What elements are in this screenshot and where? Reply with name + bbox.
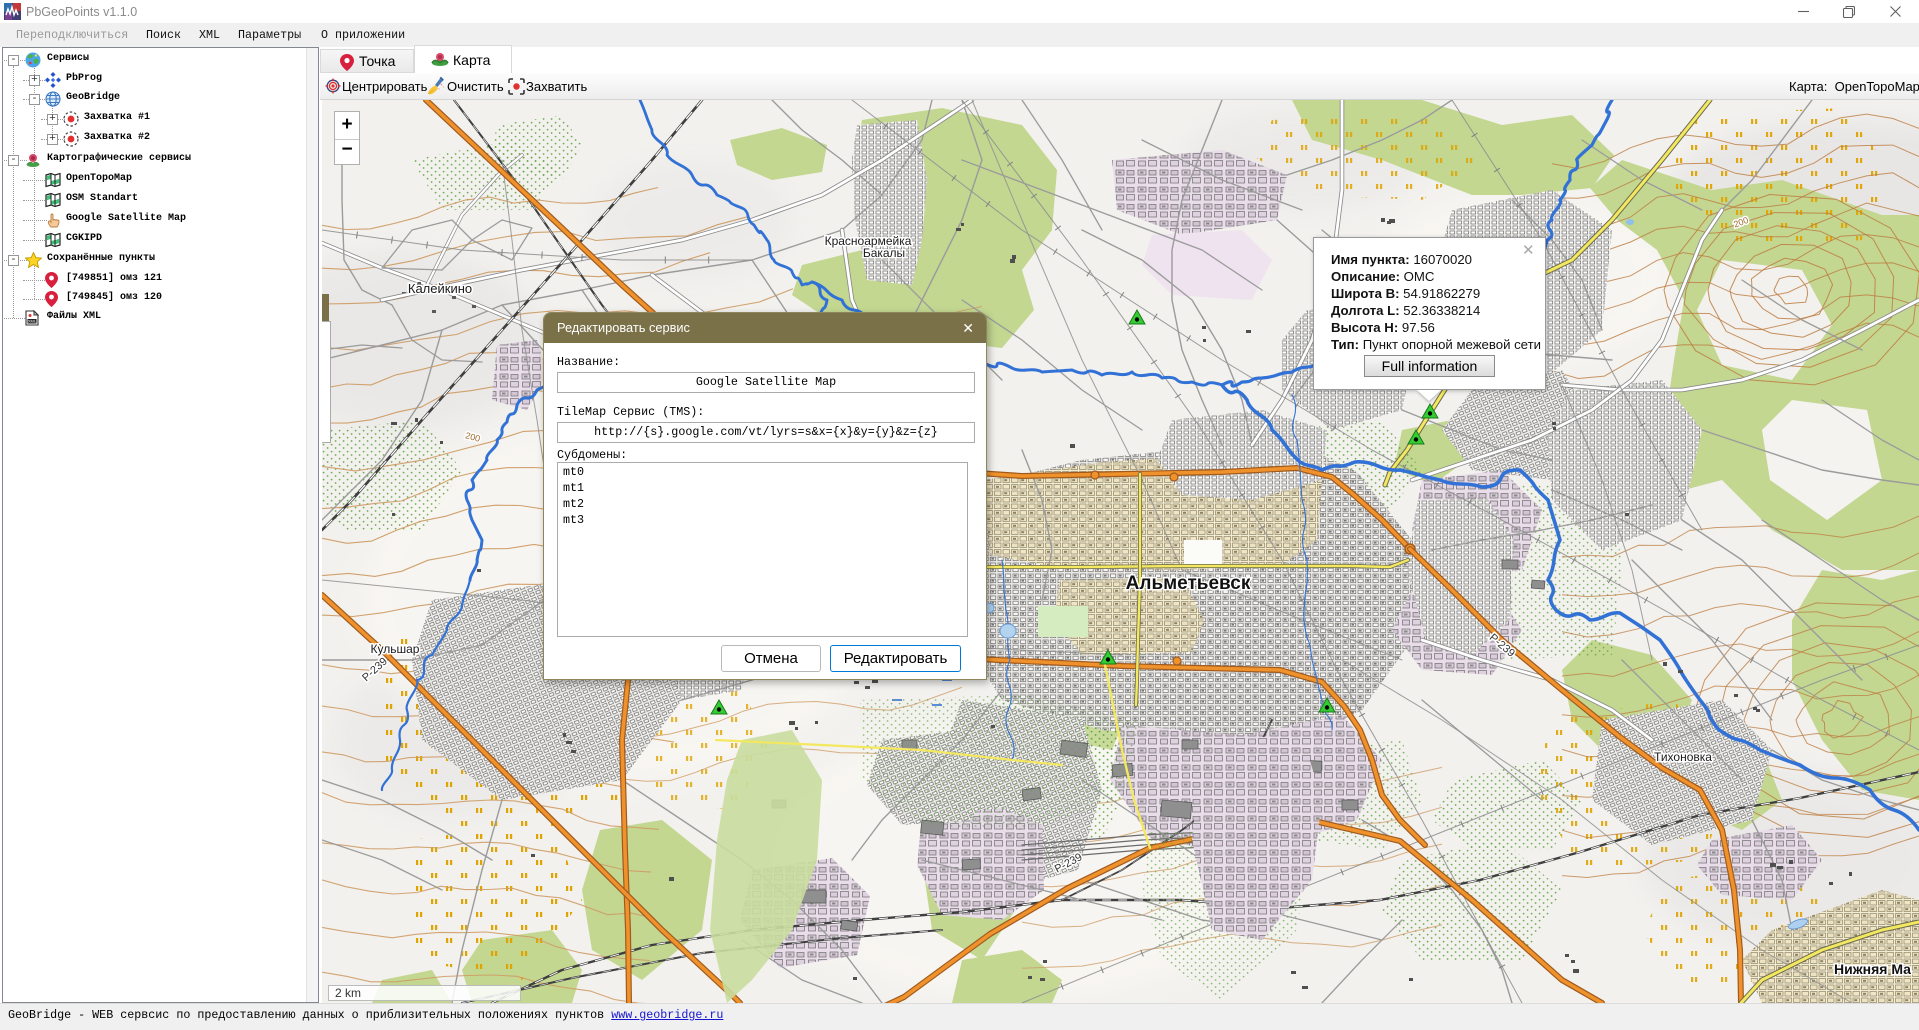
svg-text:Бакалы: Бакалы <box>863 246 905 260</box>
svg-text:XML: XML <box>28 319 37 324</box>
svg-text:Альметьевск: Альметьевск <box>1126 573 1251 594</box>
svg-text:Нижняя Ма: Нижняя Ма <box>1834 961 1911 977</box>
svg-text:Тихоновка: Тихоновка <box>1654 750 1712 764</box>
svg-text:Калейкино: Калейкино <box>408 281 472 296</box>
svg-text:Кульшар: Кульшар <box>371 642 420 656</box>
